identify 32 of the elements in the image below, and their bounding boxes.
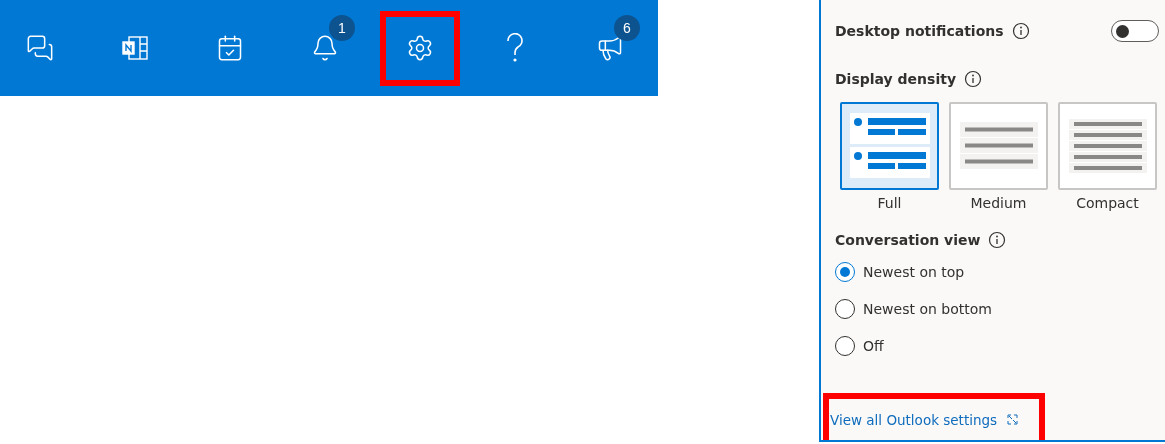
radio-button[interactable] — [835, 262, 855, 282]
toggle-switch[interactable] — [1111, 20, 1159, 42]
notebook-icon — [120, 34, 150, 62]
radio-label: Newest on bottom — [863, 301, 992, 317]
expand-icon — [1007, 414, 1019, 425]
bell-icon — [311, 34, 339, 62]
settings-link[interactable]: View all Outlook settings — [830, 411, 998, 428]
section-heading: Display density — [835, 71, 957, 87]
help-icon — [505, 33, 525, 63]
settings-button[interactable] — [380, 10, 460, 86]
section-heading: Desktop notifications — [835, 23, 1004, 39]
radio-label: Newest on top — [863, 264, 965, 280]
density-option[interactable] — [1058, 102, 1157, 190]
info-icon[interactable] — [988, 231, 1007, 249]
radio-button[interactable] — [835, 299, 855, 319]
density-option[interactable] — [949, 102, 1048, 190]
density-option[interactable] — [840, 102, 939, 190]
bell-button[interactable]: 1 — [285, 10, 365, 86]
info-icon[interactable] — [1011, 22, 1030, 40]
chat-icon — [26, 34, 54, 62]
count-badge: 6 — [614, 14, 640, 41]
calendar-check-icon — [216, 34, 244, 62]
density-label: Medium — [970, 195, 1027, 211]
count-badge: 1 — [329, 14, 355, 41]
section-heading: Conversation view — [835, 232, 981, 248]
radio-label: Off — [863, 338, 884, 354]
density-label: Compact — [1076, 195, 1139, 211]
settings-icon — [406, 34, 434, 62]
megaphone-button[interactable]: 6 — [570, 10, 650, 86]
radio-button[interactable] — [835, 336, 855, 356]
info-icon[interactable] — [964, 70, 983, 88]
density-label: Full — [877, 195, 902, 211]
